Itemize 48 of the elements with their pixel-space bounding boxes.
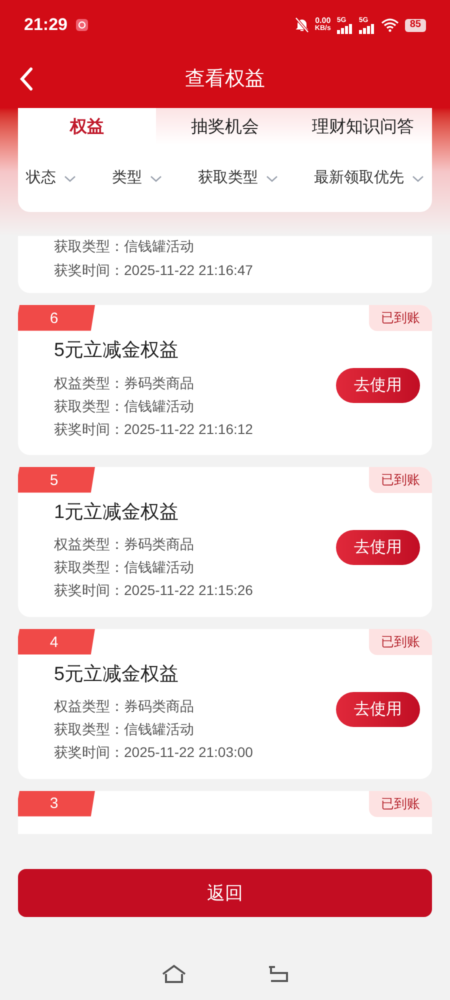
use-button[interactable]: 去使用 xyxy=(336,368,420,404)
filter-dropdown[interactable]: 获取类型 xyxy=(198,167,278,190)
reward-detail: 获奖时间：2025-11-22 21:16:12 xyxy=(54,420,253,438)
reward-title: 1元立减金权益 xyxy=(54,500,180,525)
chevron-down-icon xyxy=(266,174,278,182)
home-icon[interactable] xyxy=(161,964,187,984)
status-badge: 已到账 xyxy=(369,305,432,331)
use-button[interactable]: 去使用 xyxy=(336,692,420,727)
reward-detail: 权益类型：券码类商品 xyxy=(54,374,195,392)
index-ribbon: 3 xyxy=(18,790,95,819)
app-notification-icon xyxy=(75,18,90,32)
back-icon xyxy=(19,67,33,91)
reward-detail: 获取类型：信钱罐活动 xyxy=(54,558,195,578)
index-ribbon: 6 xyxy=(18,305,95,333)
page-title: 查看权益 xyxy=(185,67,265,92)
reward-detail: 权益类型：券码类商品 xyxy=(54,697,195,716)
back-nav-icon[interactable] xyxy=(267,964,289,982)
index-ribbon: 4 xyxy=(18,628,95,657)
reward-detail: 获取类型：信钱罐活动 xyxy=(54,237,195,256)
status-badge: 已到账 xyxy=(369,790,432,817)
signal-icon xyxy=(358,24,375,34)
reward-detail: 获奖时间：2025-11-22 21:16:47 xyxy=(54,261,254,280)
reward-detail: 获奖时间：2025-11-22 21:03:00 xyxy=(54,743,253,762)
chevron-down-icon xyxy=(150,174,162,182)
reward-detail: 获取类型：信钱罐活动 xyxy=(54,396,195,416)
wifi-icon xyxy=(380,18,399,32)
clock: 21:29 xyxy=(24,14,68,36)
signal-icon xyxy=(336,24,353,34)
filter-dropdown[interactable]: 状态 xyxy=(26,167,76,190)
tab[interactable]: 抽奖机会 xyxy=(156,108,294,145)
filter-dropdown[interactable]: 最新领取优先 xyxy=(314,167,424,190)
filter-dropdown[interactable]: 类型 xyxy=(112,167,162,190)
battery-level: 85 xyxy=(404,18,426,32)
return-button[interactable]: 返回 xyxy=(18,869,432,917)
reward-detail: 获奖时间：2025-11-22 21:15:26 xyxy=(54,581,253,600)
reward-detail: 获取类型：信钱罐活动 xyxy=(54,720,195,740)
status-badge: 已到账 xyxy=(369,628,432,655)
use-button[interactable]: 去使用 xyxy=(336,530,420,566)
index-ribbon: 5 xyxy=(18,466,95,495)
reward-title: 5元立减金权益 xyxy=(54,339,180,363)
tab[interactable]: 理财知识问答 xyxy=(294,108,432,145)
chevron-down-icon xyxy=(412,174,424,182)
network-speed: 0.00 xyxy=(315,17,331,25)
reward-detail: 权益类型：券码类商品 xyxy=(54,535,195,554)
status-badge: 已到账 xyxy=(369,466,432,493)
bell-off-icon xyxy=(294,17,309,33)
chevron-down-icon xyxy=(64,174,76,182)
reward-title: 5元立减金权益 xyxy=(54,662,180,687)
